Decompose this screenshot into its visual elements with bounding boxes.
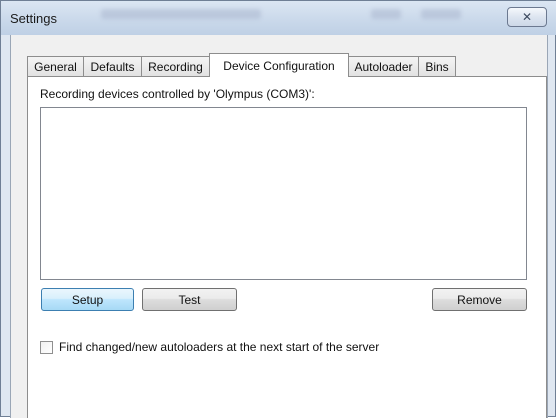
tab-label: Bins: [425, 59, 449, 74]
tab-label: General: [34, 59, 77, 74]
setup-button[interactable]: Setup: [41, 288, 134, 311]
tab-general[interactable]: General: [27, 56, 84, 76]
tab-recording[interactable]: Recording: [141, 56, 210, 76]
autoloader-scan-label: Find changed/new autoloaders at the next…: [59, 340, 380, 354]
tab-bins[interactable]: Bins: [418, 56, 456, 76]
remove-button-label: Remove: [457, 292, 502, 307]
window-title: Settings: [10, 11, 57, 26]
background-blur: [371, 9, 401, 19]
tab-label: Autoloader: [354, 59, 413, 74]
device-configuration-panel: Recording devices controlled by 'Olympus…: [27, 76, 547, 418]
close-button[interactable]: ✕: [507, 7, 547, 27]
recording-devices-list[interactable]: [40, 107, 527, 280]
tab-label: Recording: [148, 59, 203, 74]
tab-autoloader[interactable]: Autoloader: [348, 56, 419, 76]
autoloader-scan-option[interactable]: Find changed/new autoloaders at the next…: [40, 340, 379, 354]
tab-label: Device Configuration: [223, 58, 335, 73]
setup-button-label: Setup: [71, 292, 104, 307]
tab-defaults[interactable]: Defaults: [83, 56, 142, 76]
close-icon: ✕: [521, 10, 533, 24]
test-button[interactable]: Test: [142, 288, 237, 311]
background-blur: [421, 9, 461, 19]
tab-device-configuration[interactable]: Device Configuration: [209, 53, 349, 77]
settings-window: Settings ✕ General Defaults Recording De…: [0, 0, 556, 418]
remove-button[interactable]: Remove: [432, 288, 527, 311]
devices-caption: Recording devices controlled by 'Olympus…: [40, 87, 315, 101]
title-bar[interactable]: Settings ✕: [1, 1, 556, 35]
tab-label: Defaults: [90, 59, 135, 74]
autoloader-scan-checkbox[interactable]: [40, 340, 53, 354]
test-button-label: Test: [178, 292, 201, 307]
background-blur: [101, 9, 261, 19]
dialog-client-area: General Defaults Recording Device Config…: [10, 35, 548, 418]
